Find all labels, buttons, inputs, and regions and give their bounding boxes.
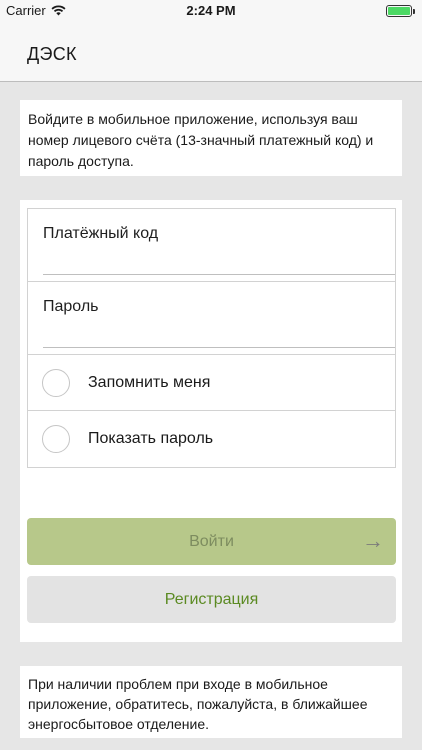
help-text: При наличии проблем при входе в мобильно… bbox=[28, 676, 368, 732]
status-time: 2:24 PM bbox=[186, 3, 236, 18]
register-button-label: Регистрация bbox=[164, 591, 259, 608]
help-box: При наличии проблем при входе в мобильно… bbox=[20, 666, 402, 738]
password-underline bbox=[43, 347, 395, 348]
page-title: ДЭСК bbox=[27, 44, 77, 64]
show-password-label: Показать пароль bbox=[88, 430, 214, 447]
register-button[interactable]: Регистрация bbox=[27, 576, 396, 623]
payment-code-field[interactable]: Платёжный код bbox=[28, 209, 395, 282]
remember-me-radio[interactable] bbox=[42, 369, 70, 397]
payment-code-label: Платёжный код bbox=[43, 225, 159, 242]
password-label: Пароль bbox=[43, 298, 99, 315]
password-input[interactable] bbox=[43, 322, 385, 346]
navbar: ДЭСК bbox=[0, 22, 422, 82]
battery-icon bbox=[386, 5, 415, 17]
arrow-right-icon: → bbox=[362, 528, 384, 553]
battery-fill bbox=[388, 7, 410, 15]
status-bar: Carrier 2:24 PM bbox=[0, 0, 422, 22]
login-button-label: Войти bbox=[189, 533, 234, 550]
battery-tip bbox=[413, 9, 415, 14]
password-field[interactable]: Пароль bbox=[28, 282, 395, 355]
show-password-radio[interactable] bbox=[42, 425, 70, 453]
login-form: Платёжный код Пароль Запомнить меня Пока… bbox=[20, 200, 402, 642]
info-box: Войдите в мобильное приложение, использу… bbox=[20, 100, 402, 176]
remember-me-row[interactable]: Запомнить меня bbox=[28, 355, 395, 411]
info-text: Войдите в мобильное приложение, использу… bbox=[28, 111, 374, 169]
show-password-row[interactable]: Показать пароль bbox=[28, 411, 395, 467]
payment-code-input[interactable] bbox=[43, 249, 385, 273]
remember-me-label: Запомнить меня bbox=[88, 374, 211, 391]
payment-code-underline bbox=[43, 274, 395, 275]
fields-group: Платёжный код Пароль Запомнить меня Пока… bbox=[27, 208, 396, 468]
login-button[interactable]: Войти → bbox=[27, 518, 396, 565]
